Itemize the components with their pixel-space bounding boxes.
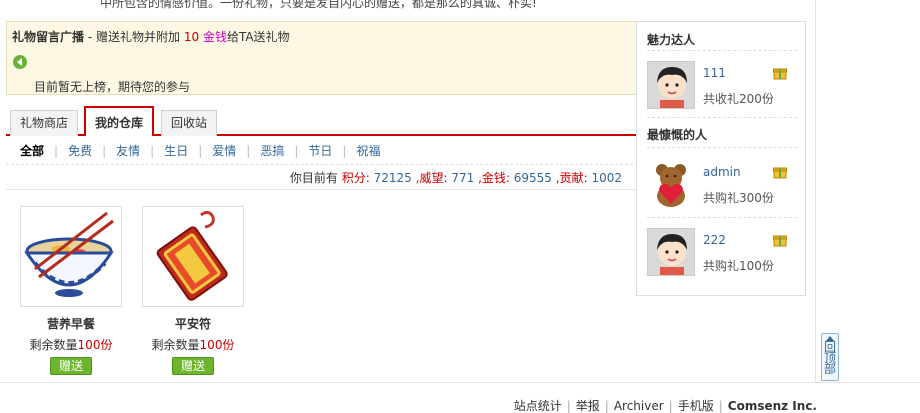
person-name[interactable]: 111 <box>703 66 726 80</box>
avatar[interactable] <box>647 160 695 208</box>
give-button[interactable]: 赠送 <box>50 357 92 375</box>
avatar[interactable] <box>647 228 695 276</box>
broadcast-currency: 金钱 <box>202 30 227 44</box>
person-name[interactable]: 222 <box>703 233 726 247</box>
category-filter: 全部 | 免费 | 友情 | 生日 | 爱情 | 恶搞 | 节日 | 祝福 <box>20 144 381 158</box>
category-love[interactable]: 爱情 <box>212 144 236 158</box>
contrib-label: ,贡献: <box>555 171 588 185</box>
broadcast-empty-text: 目前暂无上榜，期待您的参与 <box>34 80 191 94</box>
remain-label: 剩余数量 <box>151 338 200 352</box>
user-stats: 你目前有 积分: 72125 ,威望: 771 ,金钱: 69555 ,贡献: … <box>6 164 638 190</box>
category-free[interactable]: 免费 <box>68 144 92 158</box>
content-divider <box>815 0 816 382</box>
footer-link-stats[interactable]: 站点统计 <box>514 399 562 413</box>
give-button[interactable]: 赠送 <box>172 357 214 375</box>
prestige-value: 771 <box>451 171 475 185</box>
tab-recycle-bin[interactable]: 回收站 <box>161 110 218 136</box>
tab-bar: 礼物商店 我的仓库 回收站 <box>6 106 638 136</box>
prestige-label: ,威望: <box>415 171 448 185</box>
gift-remain: 剩余数量100份 <box>142 336 244 353</box>
stats-prefix: 你目前有 <box>289 171 338 185</box>
remain-count: 100份 <box>199 338 235 352</box>
category-blessing[interactable]: 祝福 <box>356 144 380 158</box>
tab-gift-shop[interactable]: 礼物商店 <box>10 110 79 136</box>
remain-count: 100份 <box>77 338 113 352</box>
gift-name: 营养早餐 <box>46 317 95 331</box>
gift-broadcast: 礼物留言广播 - 赠送礼物并附加 10 金钱给TA送礼物 目前暂无上榜，期待您的… <box>6 21 638 95</box>
gift-remain: 剩余数量100份 <box>20 336 122 353</box>
main-content: 礼物留言广播 - 赠送礼物并附加 10 金钱给TA送礼物 目前暂无上榜，期待您的… <box>6 21 638 375</box>
category-friendship[interactable]: 友情 <box>116 144 140 158</box>
generous-title: 最慷慨的人 <box>647 128 708 142</box>
category-prank[interactable]: 恶搞 <box>260 144 284 158</box>
footer-link-mobile[interactable]: 手机版 <box>678 399 714 413</box>
footer-link-report[interactable]: 举报 <box>576 399 600 413</box>
person-desc: 共收礼200份 <box>703 92 774 106</box>
back-to-top-button[interactable]: 回顶部 <box>821 333 839 381</box>
amulet-icon[interactable] <box>142 206 244 307</box>
generous-person: 222 共购礼100份 <box>647 228 797 278</box>
breakfast-bowl-icon[interactable] <box>20 206 122 307</box>
gift-box-icon <box>773 66 787 80</box>
broadcast-header: 礼物留言广播 - 赠送礼物并附加 10 金钱给TA送礼物 <box>12 28 290 45</box>
money-value: 69555 <box>513 171 552 185</box>
tab-my-warehouse[interactable]: 我的仓库 <box>84 106 155 136</box>
ranking-sidebar: 魅力达人 111 共收礼200份 最慷慨的人 admin 共购礼300份 222… <box>636 21 806 296</box>
category-holiday[interactable]: 节日 <box>308 144 332 158</box>
category-birthday[interactable]: 生日 <box>164 144 188 158</box>
gift-item: 平安符 剩余数量100份 赠送 <box>142 206 244 375</box>
person-name[interactable]: admin <box>703 165 741 179</box>
gift-item: 营养早餐 剩余数量100份 赠送 <box>20 206 122 375</box>
contrib-value: 1002 <box>591 171 622 185</box>
gift-box-icon <box>773 165 787 179</box>
broadcast-desc-pre: - 赠送礼物并附加 <box>87 30 180 44</box>
person-desc: 共购礼300份 <box>703 191 774 205</box>
avatar[interactable] <box>647 61 695 109</box>
gift-name: 平安符 <box>174 317 211 331</box>
footer-brand[interactable]: Comsenz Inc. <box>728 399 817 413</box>
charm-person: 111 共收礼200份 <box>647 61 797 111</box>
gift-box-icon <box>773 233 787 247</box>
remain-label: 剩余数量 <box>29 338 78 352</box>
category-all[interactable]: 全部 <box>20 144 44 158</box>
money-label: ,金钱: <box>478 171 510 185</box>
intro-text: 中所包含的情感价值。一份礼物，只要是发自内心的赠送，都是那么的真诚、朴实! <box>100 0 537 10</box>
points-label: 积分: <box>341 171 370 185</box>
generous-person: admin 共购礼300份 <box>647 160 797 210</box>
footer-link-archiver[interactable]: Archiver <box>614 399 664 413</box>
footer-divider <box>0 382 920 383</box>
charm-talent-title: 魅力达人 <box>647 33 696 47</box>
broadcast-amount: 10 <box>183 30 200 44</box>
person-desc: 共购礼100份 <box>703 259 774 273</box>
speaker-icon <box>13 55 27 69</box>
back-to-top-label: 回顶部 <box>824 340 837 376</box>
broadcast-title: 礼物留言广播 <box>12 30 85 44</box>
broadcast-desc-post: 给TA送礼物 <box>226 30 290 44</box>
points-value: 72125 <box>373 171 412 185</box>
footer: 站点统计 | 举报 | Archiver | 手机版 | Comsenz Inc. <box>513 399 817 413</box>
